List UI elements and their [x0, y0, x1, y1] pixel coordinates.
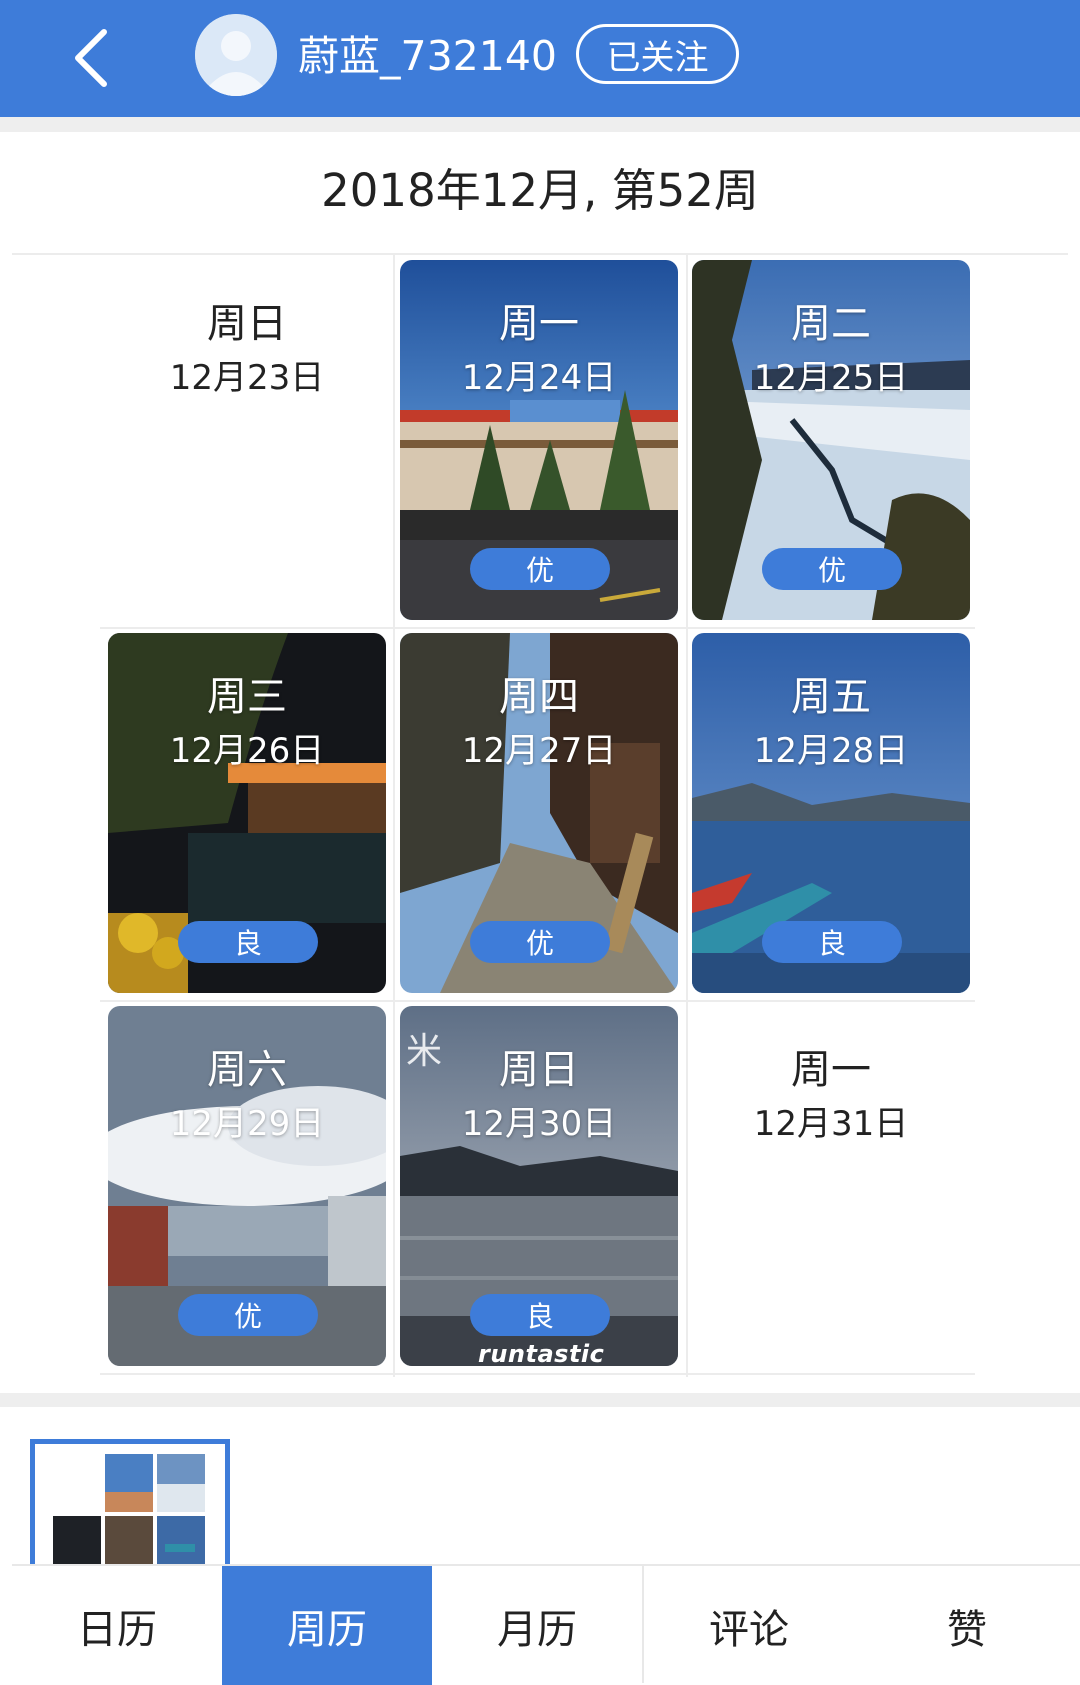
weekday-label: 周一 — [499, 301, 579, 347]
user-avatar-icon — [195, 14, 277, 96]
weekday-label: 周五 — [791, 674, 871, 720]
username[interactable]: 蔚蓝_732140 — [298, 28, 557, 84]
grid-line — [100, 1000, 975, 1002]
grade-badge: 优 — [470, 548, 610, 590]
back-button[interactable] — [50, 20, 130, 96]
date-label: 12月27日 — [461, 731, 617, 771]
thumbnail-preview — [35, 1444, 225, 1564]
section-divider — [0, 1393, 1080, 1407]
day-cell-dec-30[interactable]: 米 周日 12月30日 良 runtastic — [400, 1006, 678, 1366]
top-bar: 蔚蓝_732140 已关注 — [0, 0, 1080, 117]
day-cell-dec-31: 周一 12月31日 — [692, 1006, 970, 1366]
day-cell-dec-23: 周日 12月23日 — [108, 260, 386, 620]
grid-line — [393, 255, 395, 1377]
section-divider — [0, 117, 1080, 132]
tab-likes[interactable]: 赞 — [854, 1566, 1080, 1685]
grade-badge: 优 — [178, 1294, 318, 1336]
avatar[interactable] — [195, 14, 277, 96]
date-label: 12月26日 — [169, 731, 325, 771]
tab-monthly-calendar[interactable]: 月历 — [432, 1566, 642, 1685]
weekday-label: 周四 — [499, 674, 579, 720]
runtastic-watermark: runtastic — [478, 1340, 605, 1366]
weekday-label: 周日 — [499, 1047, 579, 1093]
date-label: 12月31日 — [753, 1104, 909, 1144]
grade-badge: 优 — [470, 921, 610, 963]
date-label: 12月29日 — [169, 1104, 325, 1144]
weekday-label: 周三 — [207, 674, 287, 720]
weekday-label: 周一 — [791, 1047, 871, 1093]
follow-button[interactable]: 已关注 — [576, 24, 739, 84]
date-label: 12月24日 — [461, 358, 617, 398]
divider — [12, 253, 1068, 255]
date-label: 12月23日 — [169, 358, 325, 398]
weekday-label: 周六 — [207, 1047, 287, 1093]
share-thumbnail[interactable] — [30, 1439, 230, 1564]
grade-badge: 良 — [178, 921, 318, 963]
date-label: 12月25日 — [753, 358, 909, 398]
week-title: 2018年12月, 第52周 — [321, 164, 759, 217]
day-cell-dec-24[interactable]: 周一 12月24日 优 — [400, 260, 678, 620]
grid-line — [100, 627, 975, 629]
grade-badge: 良 — [470, 1294, 610, 1336]
day-cell-dec-25[interactable]: 周二 12月25日 优 — [692, 260, 970, 620]
day-cell-dec-29[interactable]: 周六 12月29日 优 — [108, 1006, 386, 1366]
grade-badge: 优 — [762, 548, 902, 590]
weekday-label: 周二 — [791, 301, 871, 347]
date-label: 12月28日 — [753, 731, 909, 771]
grade-badge: 良 — [762, 921, 902, 963]
day-cell-dec-28[interactable]: 周五 12月28日 良 — [692, 633, 970, 993]
tab-comments[interactable]: 评论 — [644, 1566, 854, 1685]
bottom-tab-bar: 日历 周历 月历 评论 赞 — [12, 1564, 1080, 1685]
weekday-label: 周日 — [207, 301, 287, 347]
grid-line — [100, 1373, 975, 1375]
day-cell-dec-26[interactable]: 周三 12月26日 良 — [108, 633, 386, 993]
tab-daily-calendar[interactable]: 日历 — [12, 1566, 222, 1685]
grid-line — [686, 255, 688, 1377]
day-cell-dec-27[interactable]: 周四 12月27日 优 — [400, 633, 678, 993]
chevron-left-icon — [75, 29, 107, 87]
tab-weekly-calendar[interactable]: 周历 — [222, 1566, 432, 1685]
date-label: 12月30日 — [461, 1104, 617, 1144]
